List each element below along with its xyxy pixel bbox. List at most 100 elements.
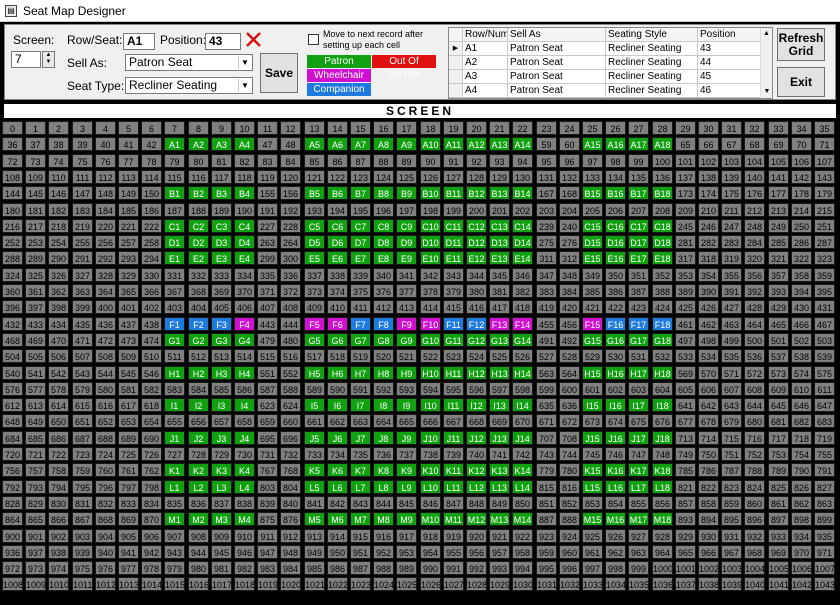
grid-cell[interactable]: 121 bbox=[304, 170, 325, 184]
grid-cell[interactable]: 87 bbox=[350, 154, 371, 168]
seat-b4[interactable]: B4 bbox=[234, 186, 255, 200]
grid-cell[interactable]: 389 bbox=[675, 284, 696, 298]
grid-cell[interactable]: 88 bbox=[373, 154, 394, 168]
seat-e8[interactable]: E8 bbox=[373, 251, 394, 265]
seat-b8[interactable]: B8 bbox=[373, 186, 394, 200]
grid-cell[interactable]: 23 bbox=[536, 121, 557, 135]
grid-cell[interactable]: 140 bbox=[744, 170, 765, 184]
grid-cell[interactable]: 675 bbox=[628, 414, 649, 428]
grid-cell[interactable]: 86 bbox=[327, 154, 348, 168]
grid-cell[interactable]: 349 bbox=[582, 268, 603, 282]
grid-cell[interactable]: 257 bbox=[118, 235, 139, 249]
grid-cell[interactable]: 850 bbox=[512, 496, 533, 510]
seat-c15[interactable]: C15 bbox=[582, 219, 603, 233]
seat-j18[interactable]: J18 bbox=[652, 431, 673, 445]
seat-b6[interactable]: B6 bbox=[327, 186, 348, 200]
grid-cell[interactable]: 929 bbox=[675, 529, 696, 543]
grid-cell[interactable]: 89 bbox=[396, 154, 417, 168]
grid-cell[interactable]: 826 bbox=[791, 480, 812, 494]
grid-cell[interactable]: 731 bbox=[257, 447, 278, 461]
grid-cell[interactable]: 195 bbox=[350, 203, 371, 217]
seat-l4[interactable]: L4 bbox=[234, 480, 255, 494]
grid-cell[interactable]: 613 bbox=[25, 398, 46, 412]
grid-cell[interactable]: 504 bbox=[2, 349, 23, 363]
grid-cell[interactable]: 419 bbox=[536, 300, 557, 314]
grid-cell[interactable]: 981 bbox=[211, 561, 232, 575]
seat-d5[interactable]: D5 bbox=[304, 235, 325, 249]
grid-cell[interactable]: 602 bbox=[605, 382, 626, 396]
grid-cell[interactable]: 865 bbox=[25, 512, 46, 526]
grid-cell[interactable]: 934 bbox=[791, 529, 812, 543]
grid-cell[interactable]: 105 bbox=[768, 154, 789, 168]
seat-f6[interactable]: F6 bbox=[327, 317, 348, 331]
grid-cell[interactable]: 99 bbox=[628, 154, 649, 168]
grid-cell[interactable]: 376 bbox=[373, 284, 394, 298]
grid-cell[interactable]: 786 bbox=[698, 463, 719, 477]
grid-cell[interactable]: 444 bbox=[280, 317, 301, 331]
grid-cell[interactable]: 617 bbox=[118, 398, 139, 412]
seat-b7[interactable]: B7 bbox=[350, 186, 371, 200]
grid-cell[interactable]: 12 bbox=[280, 121, 301, 135]
grid-cell[interactable]: 377 bbox=[396, 284, 417, 298]
grid-cell[interactable]: 124 bbox=[373, 170, 394, 184]
grid-cell[interactable]: 618 bbox=[141, 398, 162, 412]
seat-l16[interactable]: L16 bbox=[605, 480, 626, 494]
grid-cell[interactable]: 362 bbox=[48, 284, 69, 298]
grid-cell[interactable]: 1025 bbox=[396, 577, 417, 591]
seat-k18[interactable]: K18 bbox=[652, 463, 673, 477]
grid-cell[interactable]: 519 bbox=[350, 349, 371, 363]
grid-cell[interactable]: 470 bbox=[48, 333, 69, 347]
seat-l8[interactable]: L8 bbox=[373, 480, 394, 494]
grid-cell[interactable]: 512 bbox=[188, 349, 209, 363]
grid-cell[interactable]: 905 bbox=[118, 529, 139, 543]
grid-cell[interactable]: 737 bbox=[396, 447, 417, 461]
grid-cell[interactable]: 943 bbox=[164, 545, 185, 559]
grid-cell[interactable]: 344 bbox=[466, 268, 487, 282]
grid-cell[interactable]: 143 bbox=[814, 170, 835, 184]
grid-cell[interactable]: 852 bbox=[559, 496, 580, 510]
grid-cell[interactable]: 896 bbox=[744, 512, 765, 526]
seat-m6[interactable]: M6 bbox=[327, 512, 348, 526]
grid-cell[interactable]: 1030 bbox=[512, 577, 533, 591]
grid-cell[interactable]: 293 bbox=[118, 251, 139, 265]
col-header[interactable]: Row/Num bbox=[463, 28, 508, 41]
grid-cell[interactable]: 946 bbox=[234, 545, 255, 559]
grid-cell[interactable]: 756 bbox=[2, 463, 23, 477]
grid-cell[interactable]: 513 bbox=[211, 349, 232, 363]
grid-cell[interactable]: 831 bbox=[72, 496, 93, 510]
grid-cell[interactable]: 350 bbox=[605, 268, 626, 282]
grid-cell[interactable]: 728 bbox=[188, 447, 209, 461]
grid-cell[interactable]: 993 bbox=[489, 561, 510, 575]
grid-cell[interactable]: 963 bbox=[628, 545, 649, 559]
grid-cell[interactable]: 646 bbox=[791, 398, 812, 412]
grid-cell[interactable]: 114 bbox=[141, 170, 162, 184]
grid-cell[interactable]: 341 bbox=[396, 268, 417, 282]
seat-k14[interactable]: K14 bbox=[512, 463, 533, 477]
grid-cell[interactable]: 253 bbox=[25, 235, 46, 249]
seat-h12[interactable]: H12 bbox=[466, 366, 487, 380]
grid-cell[interactable]: 670 bbox=[512, 414, 533, 428]
seat-h11[interactable]: H11 bbox=[443, 366, 464, 380]
grid-cell[interactable]: 1031 bbox=[536, 577, 557, 591]
grid-cell[interactable]: 361 bbox=[25, 284, 46, 298]
grid-cell[interactable]: 7 bbox=[164, 121, 185, 135]
grid-cell[interactable]: 572 bbox=[744, 366, 765, 380]
grid-cell[interactable]: 395 bbox=[814, 284, 835, 298]
grid-cell[interactable]: 708 bbox=[559, 431, 580, 445]
seat-m11[interactable]: M11 bbox=[443, 512, 464, 526]
grid-cell[interactable]: 65 bbox=[675, 137, 696, 151]
grid-cell[interactable]: 352 bbox=[652, 268, 673, 282]
grid-cell[interactable]: 321 bbox=[768, 251, 789, 265]
grid-cell[interactable]: 854 bbox=[605, 496, 626, 510]
grid-cell[interactable]: 967 bbox=[721, 545, 742, 559]
seat-g16[interactable]: G16 bbox=[605, 333, 626, 347]
seat-e6[interactable]: E6 bbox=[327, 251, 348, 265]
grid-cell[interactable]: 906 bbox=[141, 529, 162, 543]
grid-cell[interactable]: 194 bbox=[327, 203, 348, 217]
grid-cell[interactable]: 901 bbox=[25, 529, 46, 543]
seat-c11[interactable]: C11 bbox=[443, 219, 464, 233]
grid-cell[interactable]: 427 bbox=[721, 300, 742, 314]
grid-cell[interactable]: 113 bbox=[118, 170, 139, 184]
grid-cell[interactable]: 338 bbox=[327, 268, 348, 282]
seat-i15[interactable]: I15 bbox=[582, 398, 603, 412]
